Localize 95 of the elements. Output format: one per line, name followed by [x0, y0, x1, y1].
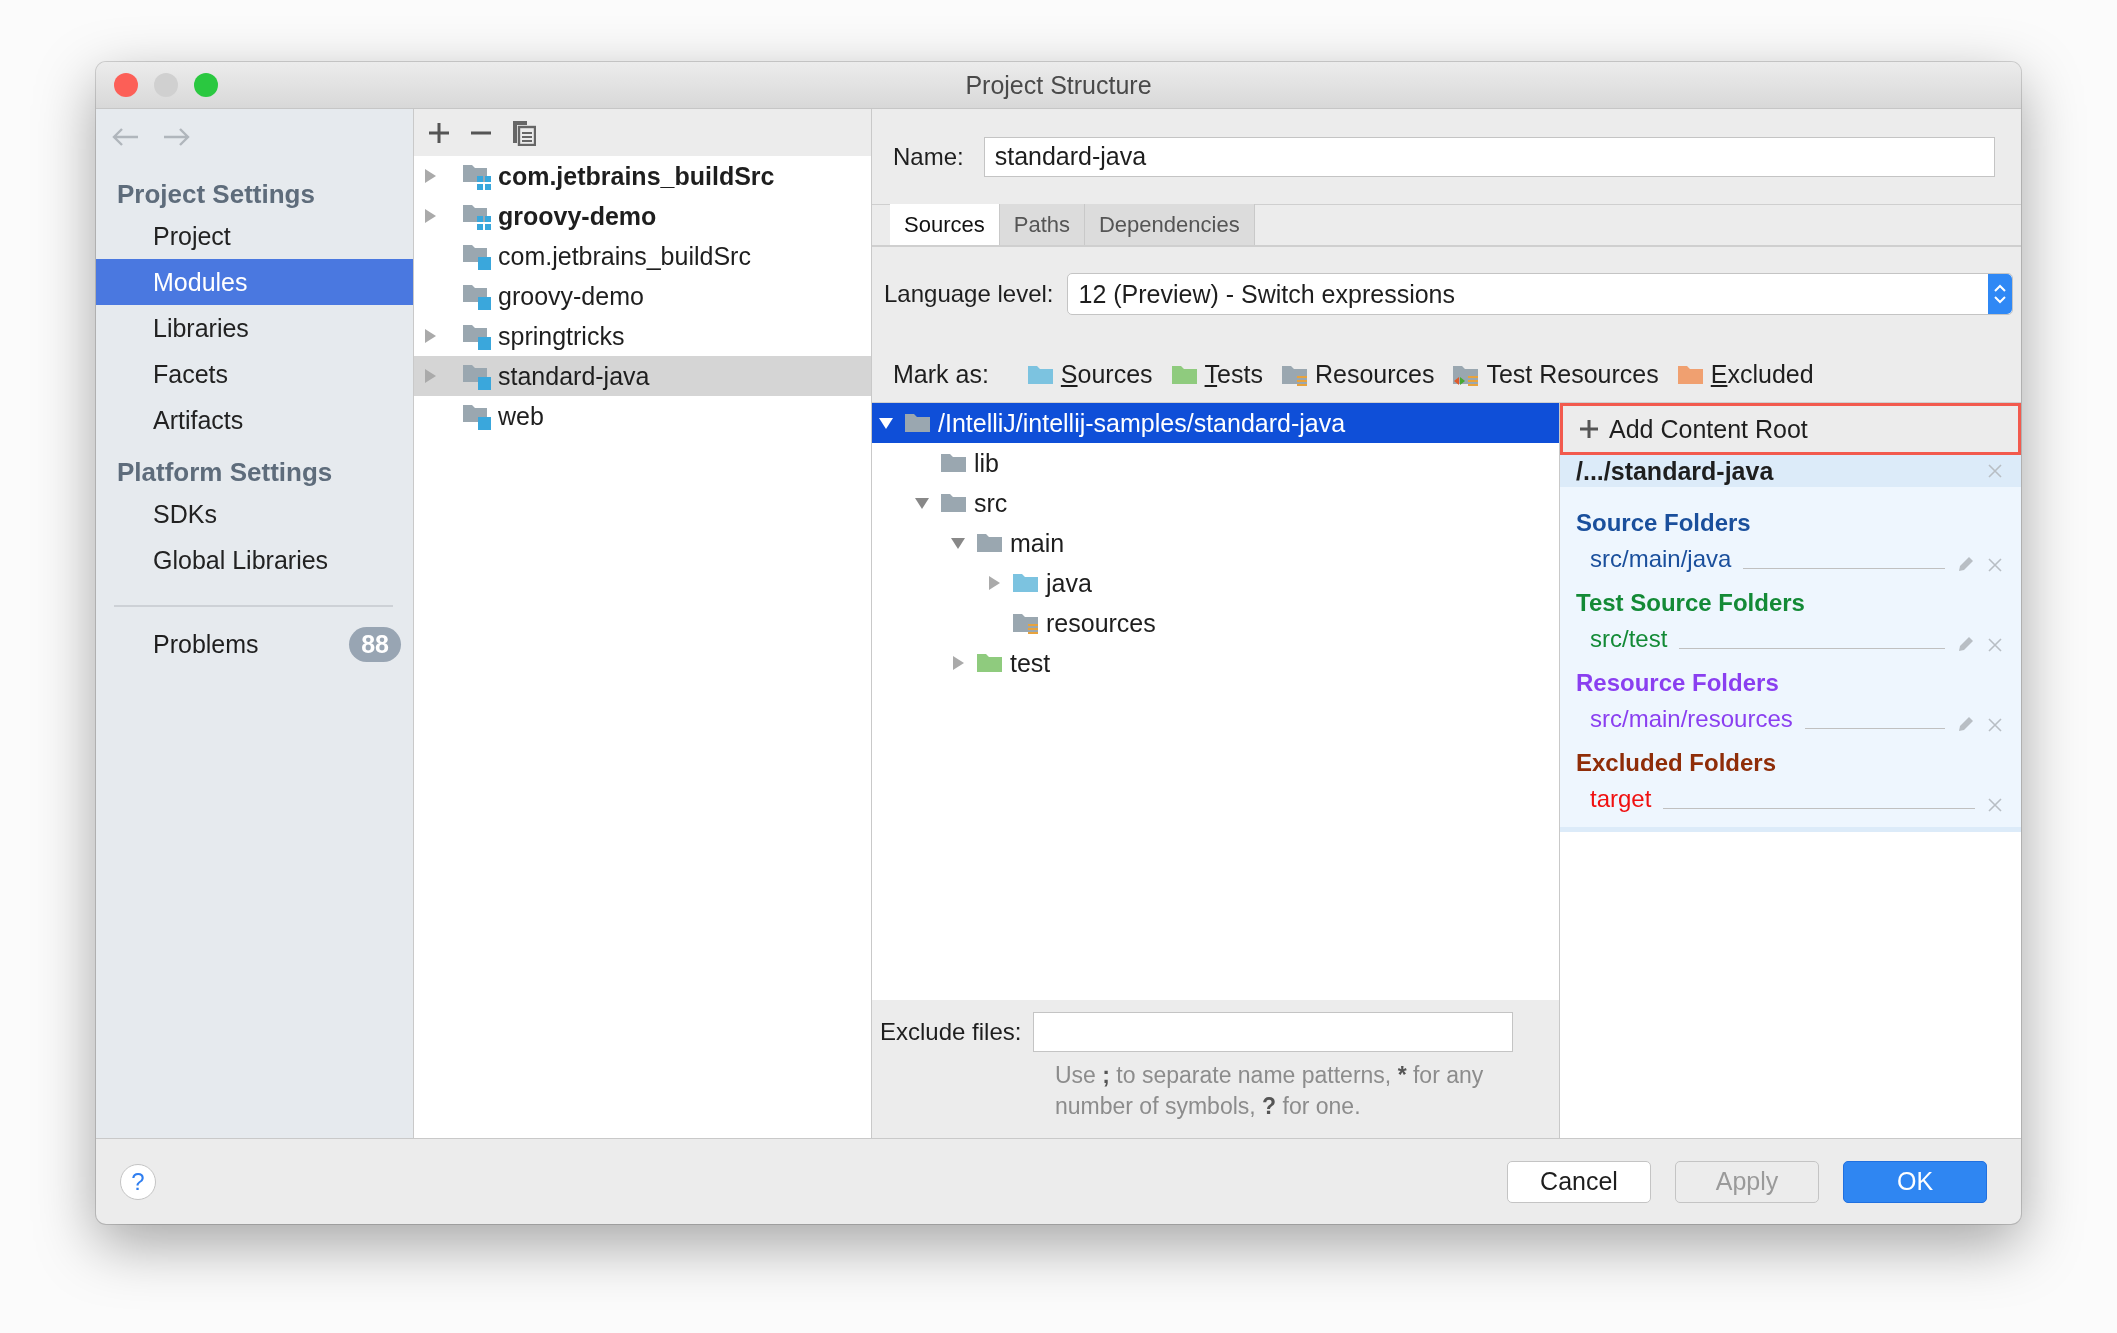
- tree-row[interactable]: main: [872, 523, 1559, 563]
- mark-as-button[interactable]: Sources: [1026, 360, 1153, 389]
- module-row[interactable]: web: [414, 396, 871, 436]
- field-label: Language level:: [884, 280, 1054, 308]
- pencil-icon[interactable]: [1957, 635, 1975, 653]
- module-row[interactable]: springtricks: [414, 316, 871, 356]
- module-group-icon: [462, 202, 492, 230]
- collapsed-arrow-icon[interactable]: [422, 208, 438, 224]
- collapsed-arrow-icon[interactable]: [422, 168, 438, 184]
- expanded-arrow-icon[interactable]: [950, 535, 966, 551]
- tree-row[interactable]: lib: [872, 443, 1559, 483]
- close-icon[interactable]: [1987, 637, 2003, 653]
- window-title: Project Structure: [965, 70, 1152, 99]
- dialog-button[interactable]: Cancel: [1507, 1160, 1651, 1203]
- forward-arrow-icon[interactable]: [162, 127, 190, 147]
- module-row[interactable]: groovy-demo: [414, 196, 871, 236]
- add-icon[interactable]: [428, 121, 450, 144]
- module-icon: [462, 282, 492, 310]
- zoom-window-button[interactable]: [194, 73, 218, 97]
- collapsed-arrow-icon[interactable]: [422, 328, 438, 344]
- expanded-arrow-icon[interactable]: [878, 415, 894, 431]
- hint-text: Use ; to separate name patterns, * for any number of symbols, ? for one.: [1055, 1061, 1485, 1121]
- sidebar-item[interactable]: Project: [96, 213, 413, 259]
- close-icon[interactable]: [1987, 557, 2003, 573]
- module-icon: [462, 402, 492, 430]
- close-window-button[interactable]: [114, 73, 138, 97]
- folder-group-title: Source Folders: [1576, 509, 1752, 537]
- folder-path: target: [1590, 785, 1652, 813]
- field-label: Exclude files:: [880, 1018, 1022, 1046]
- sidebar-item[interactable]: Artifacts: [96, 397, 413, 443]
- mark-as-button[interactable]: Tests: [1170, 360, 1263, 389]
- sidebar-item[interactable]: Global Libraries: [96, 537, 413, 583]
- sidebar-item[interactable]: Modules: [96, 259, 413, 305]
- folder-group-title: Test Source Folders: [1576, 589, 1806, 617]
- folder-path: src/main/java: [1590, 545, 1732, 573]
- module-group-icon: [462, 162, 492, 190]
- tree-row[interactable]: /IntelliJ/intellij-samples/standard-java: [872, 403, 1559, 443]
- collapsed-arrow-icon[interactable]: [950, 655, 966, 671]
- tree-row[interactable]: test: [872, 643, 1559, 683]
- sidebar-item[interactable]: Libraries: [96, 305, 413, 351]
- folder-icon: [1012, 571, 1040, 595]
- folder-path: src/test: [1590, 625, 1668, 653]
- minimize-window-button[interactable]: [154, 73, 178, 97]
- count-badge: 88: [349, 626, 401, 662]
- folder-icon: [976, 651, 1004, 675]
- module-row[interactable]: com.jetbrains_buildSrc: [414, 236, 871, 276]
- exclude-files-field[interactable]: [1033, 1012, 1514, 1052]
- dialog-button[interactable]: OK: [1843, 1160, 1987, 1203]
- folder-group-title: Excluded Folders: [1576, 749, 1778, 777]
- pencil-icon[interactable]: [1957, 555, 1975, 573]
- section-heading: Platform Settings: [116, 456, 334, 489]
- tab[interactable]: Sources: [890, 204, 1000, 245]
- module-icon: [462, 242, 492, 270]
- help-button[interactable]: ?: [120, 1163, 156, 1200]
- module-row[interactable]: com.jetbrains_buildSrc: [414, 156, 871, 196]
- folder-path: src/main/resources: [1590, 705, 1793, 733]
- section-heading: Project Settings: [116, 178, 316, 211]
- folder-icon: [904, 411, 932, 435]
- pencil-icon[interactable]: [1957, 715, 1975, 733]
- collapsed-arrow-icon[interactable]: [986, 575, 1002, 591]
- sidebar-item[interactable]: Facets: [96, 351, 413, 397]
- tree-row[interactable]: src: [872, 483, 1559, 523]
- sidebar-item[interactable]: SDKs: [96, 491, 413, 537]
- plus-icon: [1579, 419, 1599, 439]
- folder-icon: [976, 531, 1004, 555]
- sidebar-item[interactable]: Problems: [153, 629, 350, 659]
- module-icon: [462, 322, 492, 350]
- mark-as-label: Mark as:: [893, 360, 989, 389]
- mark-as-button[interactable]: Excluded: [1676, 360, 1814, 389]
- collapsed-arrow-icon[interactable]: [422, 368, 438, 384]
- language-level-dropdown[interactable]: 12 (Preview) - Switch expressions: [1067, 273, 2013, 315]
- folder-icon: [1012, 611, 1040, 635]
- folder-icon: [940, 491, 968, 515]
- module-icon: [462, 362, 492, 390]
- close-icon[interactable]: [1987, 797, 2003, 813]
- name-field[interactable]: standard-java: [983, 136, 1995, 177]
- tab[interactable]: Paths: [999, 204, 1085, 245]
- tab[interactable]: Dependencies: [1085, 204, 1255, 245]
- field-label: Name:: [893, 142, 964, 171]
- mark-as-button[interactable]: Test Resources: [1452, 360, 1659, 389]
- back-arrow-icon[interactable]: [112, 127, 140, 147]
- folder-group-title: Resource Folders: [1576, 669, 1780, 697]
- mark-as-button[interactable]: Resources: [1280, 360, 1435, 389]
- content-root-path: /.../standard-java: [1576, 456, 1774, 486]
- close-icon[interactable]: [1987, 717, 2003, 733]
- copy-icon[interactable]: [512, 119, 536, 146]
- updown-arrows-icon[interactable]: [1988, 274, 2012, 314]
- module-row[interactable]: groovy-demo: [414, 276, 871, 316]
- tree-row[interactable]: java: [872, 563, 1559, 603]
- module-row[interactable]: standard-java: [414, 356, 871, 396]
- close-icon[interactable]: [1987, 463, 2003, 479]
- tree-row[interactable]: resources: [872, 603, 1559, 643]
- add-content-root-button[interactable]: Add Content Root: [1560, 403, 2021, 455]
- folder-icon: [940, 451, 968, 475]
- expanded-arrow-icon[interactable]: [914, 495, 930, 511]
